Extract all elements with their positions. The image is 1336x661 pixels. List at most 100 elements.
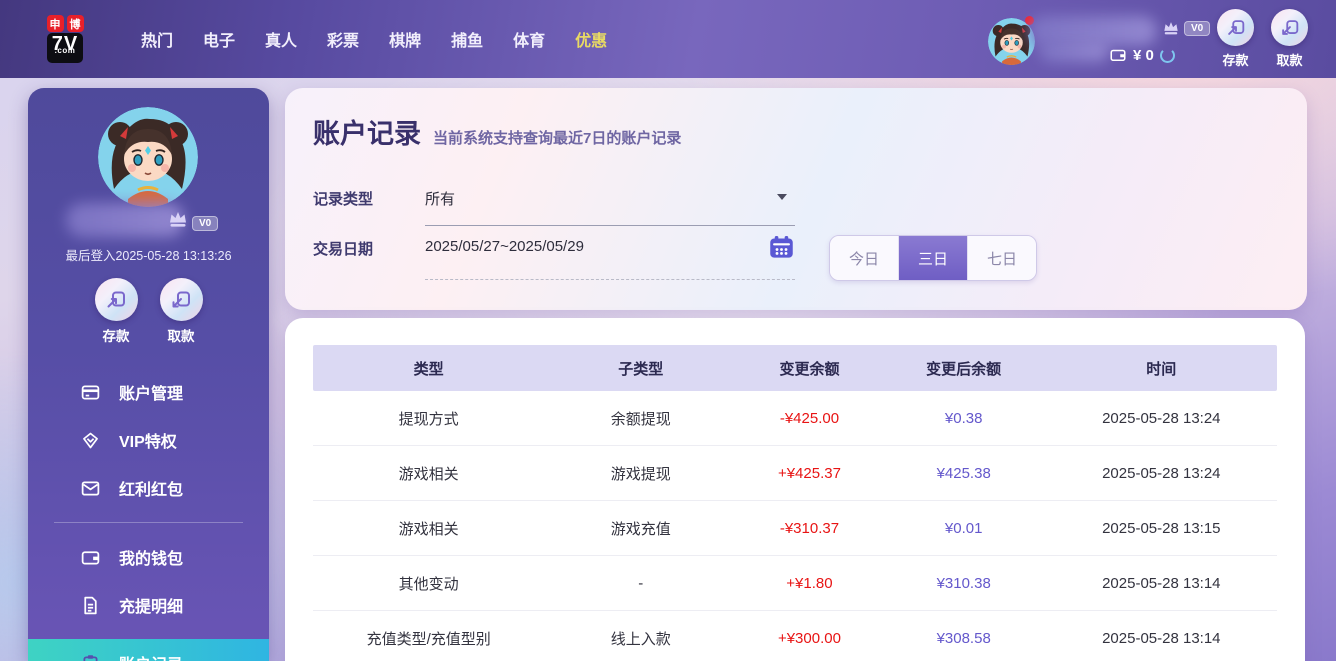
clipboard-icon	[80, 653, 101, 661]
cell-time: 2025-05-28 13:14	[1046, 630, 1277, 647]
date-range-label: 交易日期	[313, 238, 425, 280]
withdraw-label: 取款	[1276, 50, 1302, 69]
nav-item-体育[interactable]: 体育	[498, 17, 560, 61]
refresh-balance-icon[interactable]	[1160, 48, 1175, 63]
sidebar-divider	[54, 522, 243, 523]
cell-subtype: 游戏提现	[544, 463, 737, 484]
card-icon	[80, 382, 101, 403]
page-title: 账户记录	[313, 112, 421, 151]
cell-type: 提现方式	[313, 408, 544, 429]
nav-item-热门[interactable]: 热门	[126, 17, 188, 61]
table-header-cell: 变更余额	[737, 358, 882, 379]
brand-logo[interactable]: 申 博 7V .com	[34, 15, 96, 63]
nav-item-真人[interactable]: 真人	[250, 17, 312, 61]
top-navbar: 申 博 7V .com 热门电子真人彩票棋牌捕鱼体育优惠 V0 ¥ 0	[0, 0, 1336, 78]
cell-change: +¥300.00	[737, 630, 882, 647]
doc-icon	[80, 595, 101, 616]
cell-time: 2025-05-28 13:24	[1046, 410, 1277, 427]
sidebar-vip-row: V0	[166, 207, 218, 231]
nav-item-优惠[interactable]: 优惠	[560, 17, 622, 61]
nav-item-棋牌[interactable]: 棋牌	[374, 17, 436, 61]
navbar-balance-row: ¥ 0	[1109, 46, 1175, 64]
cell-subtype: 线上入款	[544, 628, 737, 649]
range-button-今日[interactable]: 今日	[830, 236, 899, 280]
cell-time: 2025-05-28 13:24	[1046, 465, 1277, 482]
crown-icon	[166, 207, 190, 231]
navbar-user-area: V0 ¥ 0	[988, 4, 1213, 74]
table-body: 提现方式余额提现-¥425.00¥0.382025-05-28 13:24游戏相…	[313, 391, 1277, 661]
sidebar-item-我的钱包[interactable]: 我的钱包	[28, 533, 269, 581]
deposit-label: 存款	[1222, 50, 1248, 69]
withdraw-button[interactable]: 取款	[160, 278, 203, 345]
navbar-avatar[interactable]	[988, 18, 1035, 65]
nav-item-彩票[interactable]: 彩票	[312, 17, 374, 61]
sidebar-user-row: V0	[28, 201, 269, 239]
sidebar-item-账户记录[interactable]: 账户记录	[28, 639, 269, 661]
sidebar-item-账户管理[interactable]: 账户管理	[28, 368, 269, 416]
cell-type: 游戏相关	[313, 518, 544, 539]
records-table-card: 类型子类型变更余额变更后余额时间 提现方式余额提现-¥425.00¥0.3820…	[285, 318, 1305, 661]
cell-change: +¥1.80	[737, 575, 882, 592]
cell-change: +¥425.37	[737, 465, 882, 482]
brand-logo-main: 7V .com	[47, 33, 83, 63]
cell-change: -¥310.37	[737, 520, 882, 537]
sidebar-item-label: 充提明细	[119, 593, 183, 617]
table-header-cell: 变更后余额	[882, 358, 1046, 379]
date-range-value: 2025/05/27~2025/05/29	[425, 238, 584, 255]
quick-range-group: 今日三日七日	[829, 235, 1037, 281]
nav-item-电子[interactable]: 电子	[188, 17, 250, 61]
deposit-button[interactable]: 存款	[95, 278, 138, 345]
range-button-三日[interactable]: 三日	[899, 236, 968, 280]
cell-subtype: -	[544, 575, 737, 592]
sidebar-item-红利红包[interactable]: 红利红包	[28, 464, 269, 512]
balance-amount: ¥ 0	[1133, 47, 1154, 64]
blurred-detail	[1039, 40, 1109, 62]
cell-subtype: 游戏充值	[544, 518, 737, 539]
calendar-icon[interactable]	[768, 234, 795, 261]
page-header: 账户记录 当前系统支持查询最近7日的账户记录	[313, 112, 1279, 151]
record-type-value: 所有	[425, 191, 455, 208]
brand-logo-suffix: .com	[47, 40, 83, 62]
cell-time: 2025-05-28 13:14	[1046, 575, 1277, 592]
filter-panel: 账户记录 当前系统支持查询最近7日的账户记录 记录类型 所有 交易日期 2025…	[285, 88, 1307, 310]
cell-subtype: 余额提现	[544, 408, 737, 429]
user-sidebar: V0 最后登入2025-05-28 13:13:26 存款 取款 账户管理 VIP…	[28, 88, 269, 661]
sidebar-avatar[interactable]	[98, 107, 198, 207]
deposit-icon	[1217, 9, 1254, 46]
wallet-icon	[80, 547, 101, 568]
sidebar-item-label: 红利红包	[119, 476, 183, 500]
range-button-七日[interactable]: 七日	[968, 236, 1036, 280]
wallet-icon	[1109, 46, 1127, 64]
record-type-select[interactable]: 所有	[425, 188, 795, 226]
record-type-row: 记录类型 所有	[313, 188, 795, 226]
cell-after: ¥0.01	[882, 520, 1046, 537]
table-header-row: 类型子类型变更余额变更后余额时间	[313, 345, 1277, 391]
cell-type: 充值类型/充值型别	[313, 628, 544, 649]
cell-type: 其他变动	[313, 573, 544, 594]
nav-item-捕鱼[interactable]: 捕鱼	[436, 17, 498, 61]
table-row: 充值类型/充值型别线上入款+¥300.00¥308.582025-05-28 1…	[313, 611, 1277, 661]
table-header-cell: 子类型	[544, 358, 737, 379]
brand-logo-badges: 申 博	[47, 15, 84, 32]
withdraw-icon	[160, 278, 203, 321]
deposit-label: 存款	[103, 325, 130, 345]
deposit-button[interactable]: 存款	[1217, 9, 1254, 69]
sidebar-item-label: VIP特权	[119, 428, 177, 452]
chevron-down-icon	[777, 194, 787, 200]
vip-icon	[80, 430, 101, 451]
cell-type: 游戏相关	[313, 463, 544, 484]
navbar-user-info: V0 ¥ 0	[1043, 14, 1213, 74]
sidebar-item-label: 账户管理	[119, 380, 183, 404]
sidebar-item-充提明细[interactable]: 充提明细	[28, 581, 269, 629]
cell-after: ¥0.38	[882, 410, 1046, 427]
withdraw-label: 取款	[168, 325, 195, 345]
last-login-text: 最后登入2025-05-28 13:13:26	[28, 245, 269, 264]
navbar-vip-row: V0	[1161, 18, 1210, 38]
cell-after: ¥310.38	[882, 575, 1046, 592]
withdraw-button[interactable]: 取款	[1271, 9, 1308, 69]
date-range-input[interactable]: 2025/05/27~2025/05/29	[425, 238, 795, 280]
date-range-row: 交易日期 2025/05/27~2025/05/29	[313, 238, 795, 280]
sidebar-item-VIP特权[interactable]: VIP特权	[28, 416, 269, 464]
table-header-cell: 时间	[1046, 358, 1277, 379]
cell-after: ¥425.38	[882, 465, 1046, 482]
